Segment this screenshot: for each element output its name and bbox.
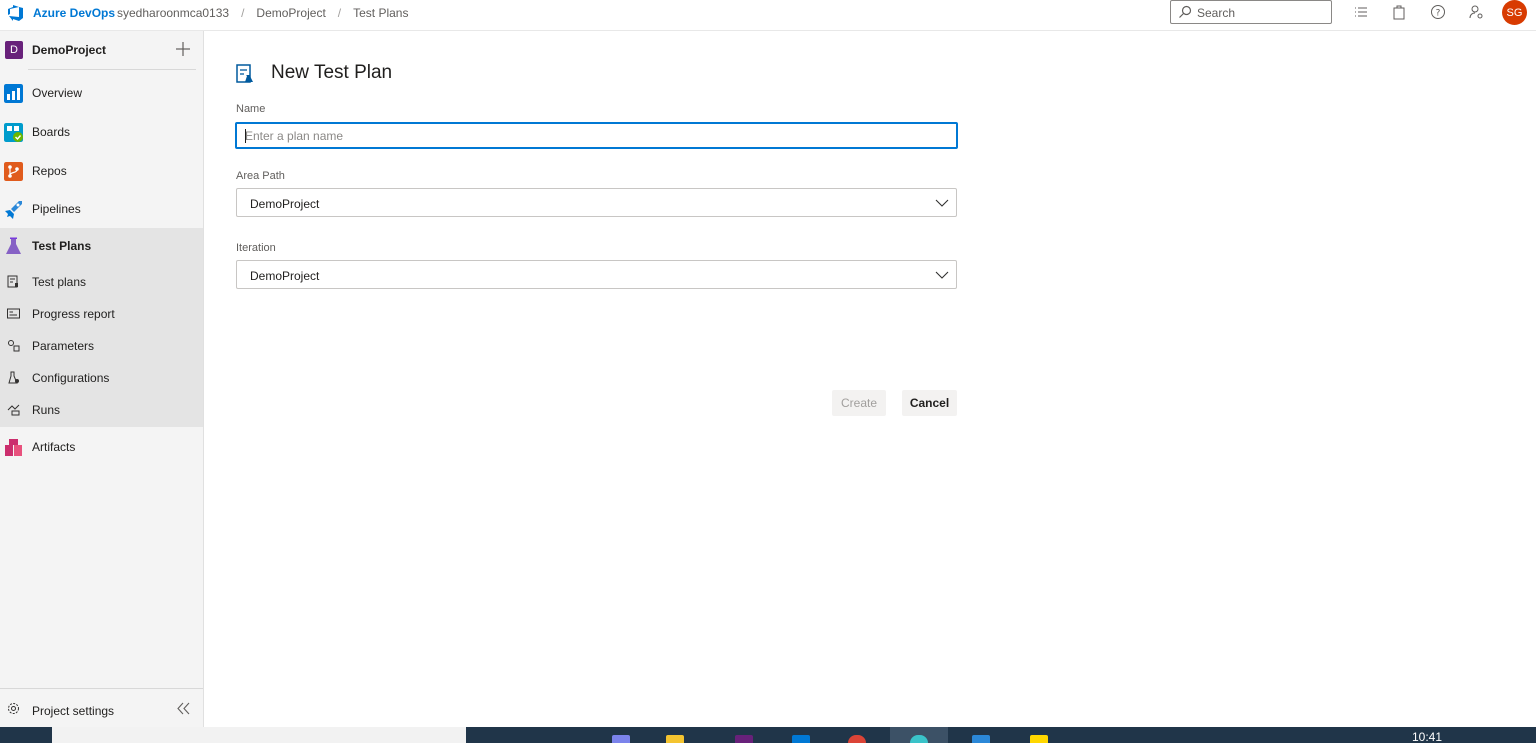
progress-report-icon <box>7 308 20 319</box>
taskbar-visual-studio-icon[interactable] <box>735 735 753 743</box>
taskbar-clock[interactable]: 10:41 <box>1412 730 1442 743</box>
divider <box>28 69 196 70</box>
sidebar-item-test-plans[interactable]: Test Plans <box>0 228 203 264</box>
test-plans-section: Test Plans Test plans Progress report Pa… <box>0 228 203 427</box>
taskbar-edge-icon[interactable] <box>910 735 928 743</box>
sidebar-item-label: Overview <box>32 86 83 100</box>
project-badge: D <box>5 41 23 59</box>
taskbar-sticky-notes-icon[interactable] <box>1030 735 1048 743</box>
page-title: New Test Plan <box>271 62 393 83</box>
boards-icon <box>4 123 23 142</box>
sidebar-item-label: Boards <box>32 125 71 139</box>
sidebar-subitem-runs[interactable]: Runs <box>0 395 203 425</box>
text-caret <box>245 129 246 143</box>
configurations-icon <box>8 371 19 384</box>
help-icon[interactable]: ? <box>1430 4 1446 20</box>
sidebar-item-overview[interactable]: Overview <box>0 75 203 111</box>
project-name[interactable]: DemoProject <box>32 43 106 57</box>
plan-name-input[interactable] <box>245 128 945 144</box>
project-header[interactable]: D DemoProject <box>0 31 203 71</box>
search-input[interactable] <box>1197 4 1327 21</box>
breadcrumb-project[interactable]: DemoProject <box>256 6 325 20</box>
runs-icon <box>7 404 20 416</box>
test-plans-list-icon <box>7 275 18 288</box>
taskbar-teams-icon[interactable] <box>612 735 630 743</box>
project-settings-link[interactable]: Project settings <box>32 704 114 718</box>
chevron-down-icon <box>935 199 949 207</box>
sidebar-item-pipelines[interactable]: Pipelines <box>0 191 203 227</box>
sidebar-subitem-label: Runs <box>32 403 61 417</box>
marketplace-bag-icon[interactable] <box>1391 4 1407 20</box>
iteration-label: Iteration <box>236 242 276 254</box>
search-box[interactable] <box>1170 0 1332 24</box>
user-settings-icon[interactable] <box>1468 4 1484 20</box>
overview-icon <box>4 84 23 103</box>
gear-icon <box>8 703 19 714</box>
sidebar-item-label: Artifacts <box>32 440 76 454</box>
breadcrumb: syedharoonmca0133 / DemoProject / Test P… <box>117 6 408 20</box>
breadcrumb-separator: / <box>241 6 245 20</box>
sidebar-item-artifacts[interactable]: Artifacts <box>0 429 203 465</box>
repos-icon <box>4 162 23 181</box>
parameters-icon <box>8 340 20 352</box>
cancel-button[interactable]: Cancel <box>902 390 957 416</box>
iteration-dropdown[interactable]: DemoProject <box>236 260 957 289</box>
list-settings-icon[interactable] <box>1353 4 1369 20</box>
sidebar-subitem-configurations[interactable]: Configurations <box>0 363 203 393</box>
name-label: Name <box>236 103 266 115</box>
sidebar-subitem-label: Test plans <box>32 275 87 289</box>
sidebar-footer: Project settings <box>0 688 203 727</box>
top-bar: Azure DevOps syedharoonmca0133 / DemoPro… <box>0 0 1536 31</box>
create-button[interactable]: Create <box>832 390 886 416</box>
sidebar-subitem-progress-report[interactable]: Progress report <box>0 299 203 329</box>
plus-icon[interactable] <box>176 42 190 56</box>
sidebar-item-label: Pipelines <box>32 202 81 216</box>
breadcrumb-org[interactable]: syedharoonmca0133 <box>117 6 229 20</box>
taskbar-search-box[interactable] <box>52 727 466 743</box>
sidebar: D DemoProject Overview Boards Repos Pipe… <box>0 31 204 727</box>
sidebar-item-repos[interactable]: Repos <box>0 153 203 189</box>
sidebar-item-label: Repos <box>32 164 67 178</box>
os-taskbar: 10:41 <box>0 727 1536 743</box>
chevron-down-icon <box>935 271 949 279</box>
taskbar-outlook-icon[interactable] <box>792 735 810 743</box>
taskbar-folder-icon[interactable] <box>666 735 684 743</box>
azure-devops-logo-icon[interactable] <box>6 4 24 22</box>
test-plan-icon <box>236 64 253 83</box>
taskbar-app-icon[interactable] <box>972 735 990 743</box>
search-icon <box>1179 5 1192 18</box>
taskbar-chrome-icon[interactable] <box>848 735 866 743</box>
sidebar-subitem-label: Progress report <box>32 307 115 321</box>
area-path-label: Area Path <box>236 170 285 182</box>
pipelines-icon <box>5 201 22 219</box>
area-path-dropdown[interactable]: DemoProject <box>236 188 957 217</box>
brand-name[interactable]: Azure DevOps <box>33 6 115 20</box>
sidebar-subitem-label: Configurations <box>32 371 110 385</box>
area-path-value: DemoProject <box>250 197 320 211</box>
avatar[interactable]: SG <box>1502 0 1527 25</box>
sidebar-item-label: Test Plans <box>32 239 92 253</box>
svg-text:?: ? <box>1436 9 1441 19</box>
sidebar-subitem-label: Parameters <box>32 339 95 353</box>
sidebar-subitem-test-plans[interactable]: Test plans <box>0 267 203 297</box>
collapse-sidebar-icon[interactable] <box>176 701 191 716</box>
sidebar-item-boards[interactable]: Boards <box>0 114 203 150</box>
iteration-value: DemoProject <box>250 269 320 283</box>
artifacts-icon <box>5 439 22 456</box>
test-plans-icon <box>6 237 21 254</box>
breadcrumb-separator: / <box>337 6 342 20</box>
sidebar-subitem-parameters[interactable]: Parameters <box>0 331 203 361</box>
plan-name-field[interactable] <box>235 122 958 149</box>
breadcrumb-page[interactable]: Test Plans <box>353 6 408 20</box>
